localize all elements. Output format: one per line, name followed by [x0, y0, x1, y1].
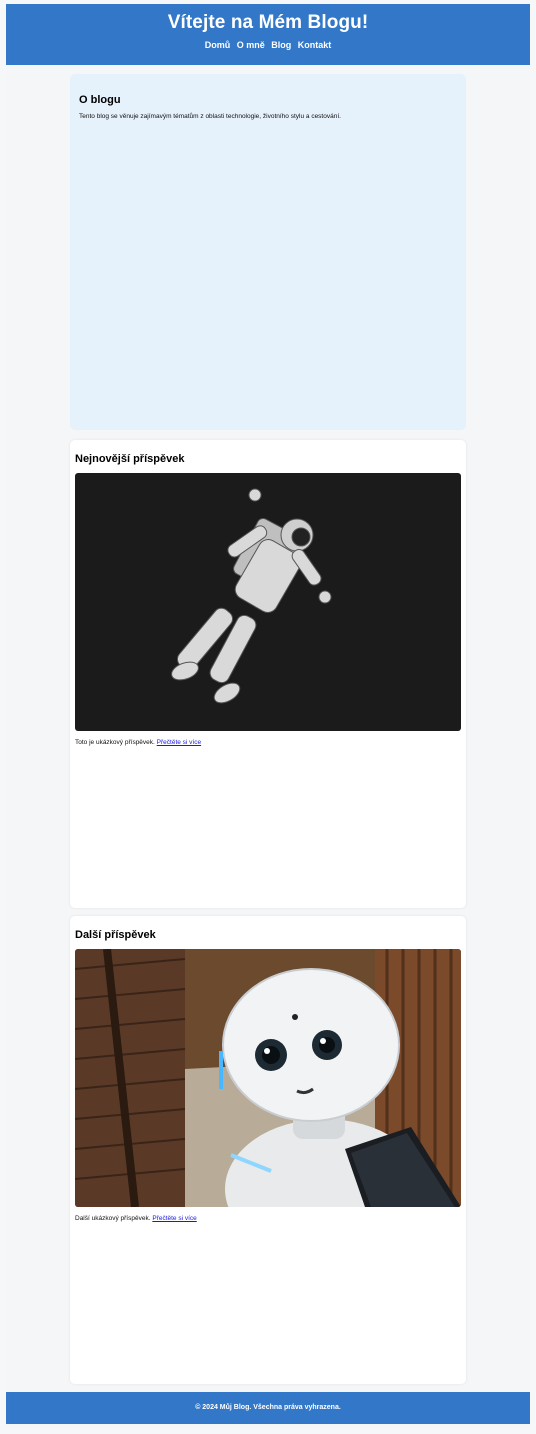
- post-card-next: Další příspěvek Další ukázkový příspěvek…: [70, 916, 466, 1384]
- nav-link-about[interactable]: O mně: [237, 40, 265, 50]
- site-footer: © 2024 Můj Blog. Všechna práva vyhrazena…: [6, 1392, 530, 1424]
- about-text: Tento blog se věnuje zajímavým tématům z…: [79, 113, 341, 120]
- read-more-link[interactable]: Přečtěte si více: [152, 1215, 196, 1222]
- about-heading: O blogu: [79, 94, 121, 106]
- nav-link-blog[interactable]: Blog: [271, 40, 291, 50]
- site-header: Vítejte na Mém Blogu! Domů O mně Blog Ko…: [6, 4, 530, 65]
- nav-link-home[interactable]: Domů: [205, 40, 231, 50]
- post-card-latest: Nejnovější příspěvek Toto je ukázkový př…: [70, 440, 466, 908]
- post-excerpt: Toto je ukázkový příspěvek. Přečtěte si …: [75, 739, 461, 746]
- main-nav: Domů O mně Blog Kontakt: [6, 40, 530, 50]
- read-more-link[interactable]: Přečtěte si více: [157, 739, 201, 746]
- post-heading: Nejnovější příspěvek: [75, 453, 185, 465]
- post-excerpt: Další ukázkový příspěvek. Přečtěte si ví…: [75, 1215, 461, 1222]
- astronaut-image: [75, 473, 461, 731]
- footer-text: © 2024 Můj Blog. Všechna práva vyhrazena…: [195, 1404, 341, 1411]
- post-heading: Další příspěvek: [75, 929, 156, 941]
- post-excerpt-text: Další ukázkový příspěvek.: [75, 1215, 151, 1222]
- about-section: O blogu Tento blog se věnuje zajímavým t…: [70, 74, 466, 430]
- robot-image: [75, 949, 461, 1207]
- site-title: Vítejte na Mém Blogu!: [167, 12, 369, 33]
- nav-link-contact[interactable]: Kontakt: [298, 40, 332, 50]
- post-excerpt-text: Toto je ukázkový příspěvek.: [75, 739, 155, 746]
